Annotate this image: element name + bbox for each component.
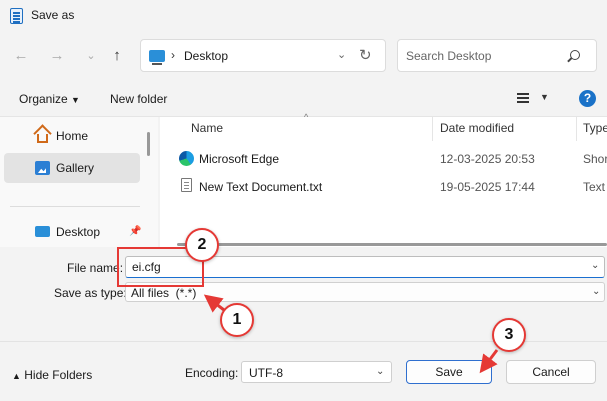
edge-icon (179, 151, 194, 166)
sidebar-item-label: Home (56, 129, 89, 143)
encoding-select[interactable]: UTF-8 ⌄ (241, 361, 392, 383)
desktop-icon (35, 226, 50, 237)
arrow-right-icon[interactable]: → (46, 45, 68, 67)
file-date: 12-03-2025 20:53 (440, 152, 535, 166)
arrow-left-icon[interactable]: ← (10, 45, 32, 67)
file-type: Text (583, 180, 606, 194)
sidebar-item-gallery[interactable]: Gallery (4, 153, 140, 183)
scrollbar[interactable] (147, 132, 150, 156)
address-bar[interactable]: › Desktop ⌄ ↻ (140, 39, 386, 72)
divider (10, 206, 140, 207)
column-header-type[interactable]: Type (583, 121, 607, 135)
column-divider[interactable] (432, 117, 433, 141)
chevron-down-icon: ▼ (71, 95, 80, 105)
column-header-name[interactable]: Name (191, 121, 223, 135)
home-icon (37, 134, 48, 143)
encoding-value: UTF-8 (249, 366, 283, 380)
chevron-down-icon: ⌄ (376, 366, 385, 377)
file-date: 19-05-2025 17:44 (440, 180, 535, 194)
pin-icon[interactable]: 📌 (129, 226, 141, 237)
column-divider[interactable] (576, 117, 577, 141)
file-name-label: File name: (67, 261, 124, 275)
save-button[interactable]: Save (406, 360, 492, 384)
arrow-up-icon[interactable]: ↑ (106, 45, 128, 67)
gallery-icon (35, 161, 50, 175)
title-bar (0, 0, 607, 32)
step-badge-3: 3 (492, 318, 526, 352)
help-icon[interactable]: ? (579, 90, 596, 107)
window-title: Save as (31, 8, 75, 22)
scrollbar[interactable] (177, 243, 607, 246)
chevron-up-icon: ▲ (12, 371, 21, 381)
hide-folders-label: Hide Folders (24, 368, 93, 382)
chevron-down-icon[interactable]: ⌄ (80, 45, 102, 67)
cancel-button[interactable]: Cancel (506, 360, 596, 384)
notepad-icon (10, 8, 23, 24)
column-header-date[interactable]: Date modified (440, 121, 514, 135)
hide-folders-button[interactable]: ▲ Hide Folders (12, 368, 92, 382)
sidebar-item-desktop[interactable]: Desktop (4, 217, 140, 247)
file-type: Shor (583, 152, 607, 166)
path-segment-desktop[interactable]: Desktop (184, 49, 228, 63)
sidebar-item-label: Desktop (56, 225, 101, 239)
encoding-label: Encoding: (185, 366, 239, 380)
step-badge-2: 2 (185, 228, 219, 262)
chevron-down-icon: ⌄ (592, 286, 601, 297)
sort-indicator-icon: ^ (304, 112, 309, 122)
desktop-icon (149, 50, 165, 65)
sidebar-item-label: Gallery (56, 161, 95, 175)
table-row[interactable]: New Text Document.txt (199, 180, 322, 194)
step-badge-1: 1 (220, 303, 254, 337)
organize-button[interactable]: Organize ▼ (19, 92, 80, 106)
chevron-down-icon[interactable]: ⌄ (591, 260, 599, 271)
chevron-down-icon[interactable]: ▼ (540, 92, 549, 102)
refresh-icon[interactable]: ↻ (359, 46, 372, 64)
search-placeholder: Search Desktop (406, 49, 492, 63)
search-icon[interactable] (570, 50, 580, 60)
organize-label: Organize (19, 92, 68, 106)
text-file-icon (181, 178, 192, 192)
save-as-type-label: Save as type: (54, 286, 127, 300)
save-as-type-value: All files (*.*) (131, 286, 197, 300)
view-list-icon[interactable] (517, 93, 529, 103)
sidebar-item-home[interactable]: Home (4, 121, 140, 151)
new-folder-button[interactable]: New folder (110, 92, 167, 106)
table-row[interactable]: Microsoft Edge (199, 152, 279, 166)
chevron-down-icon[interactable]: ⌄ (337, 48, 346, 61)
search-input[interactable]: Search Desktop (397, 39, 597, 72)
path-separator: › (171, 48, 175, 62)
